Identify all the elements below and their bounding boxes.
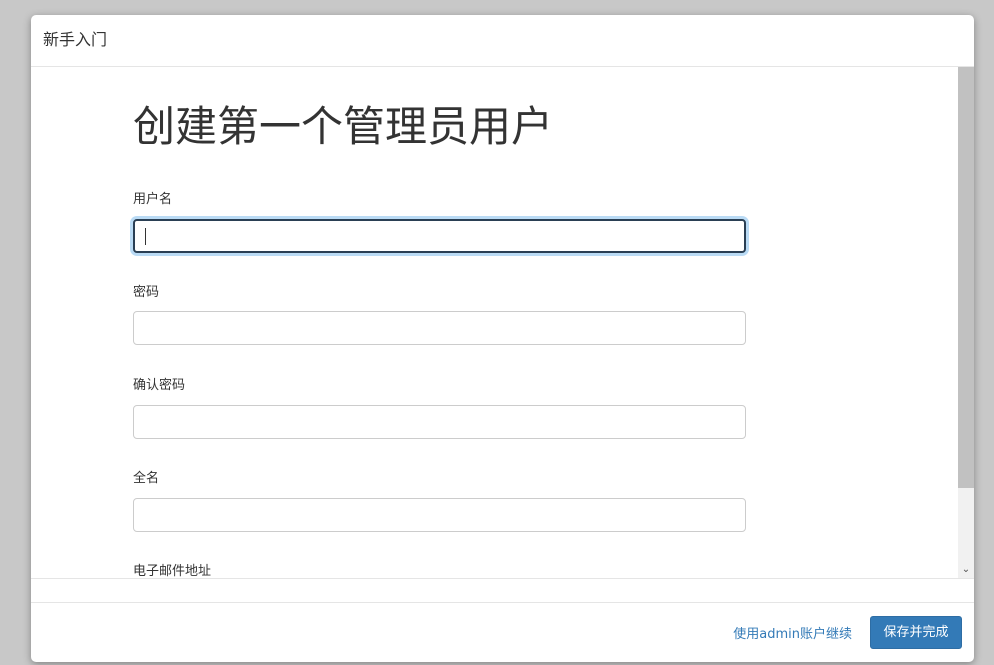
footer-divider [31, 602, 974, 603]
vertical-scrollbar[interactable]: ⌄ [958, 67, 974, 578]
chevron-down-icon[interactable]: ⌄ [958, 561, 974, 578]
text-caret [145, 228, 146, 245]
dialog-title: 新手入门 [43, 30, 108, 49]
username-input[interactable] [133, 219, 746, 253]
continue-as-admin-link[interactable]: 使用admin账户继续 [733, 626, 852, 644]
scrollbar-thumb[interactable] [958, 67, 974, 488]
confirm-password-input[interactable] [133, 405, 746, 439]
password-input[interactable] [133, 311, 746, 345]
dialog-body[interactable]: 创建第一个管理员用户 用户名 密码 确认密码 全名 电子邮件地址 ⌄ [31, 67, 974, 578]
username-label: 用户名 [133, 192, 173, 207]
dialog-header: 新手入门 [31, 15, 974, 67]
confirm-password-label: 确认密码 [133, 378, 186, 393]
dialog-footer: 使用admin账户继续 保存并完成 [31, 578, 974, 662]
save-and-finish-button[interactable]: 保存并完成 [870, 616, 962, 649]
full-name-label: 全名 [133, 471, 160, 486]
setup-wizard-dialog: 新手入门 创建第一个管理员用户 用户名 密码 确认密码 全名 电子邮件地址 ⌄ … [31, 15, 974, 662]
email-label: 电子邮件地址 [133, 564, 212, 578]
page-title: 创建第一个管理员用户 [133, 102, 554, 151]
password-label: 密码 [133, 285, 160, 300]
full-name-input[interactable] [133, 498, 746, 532]
